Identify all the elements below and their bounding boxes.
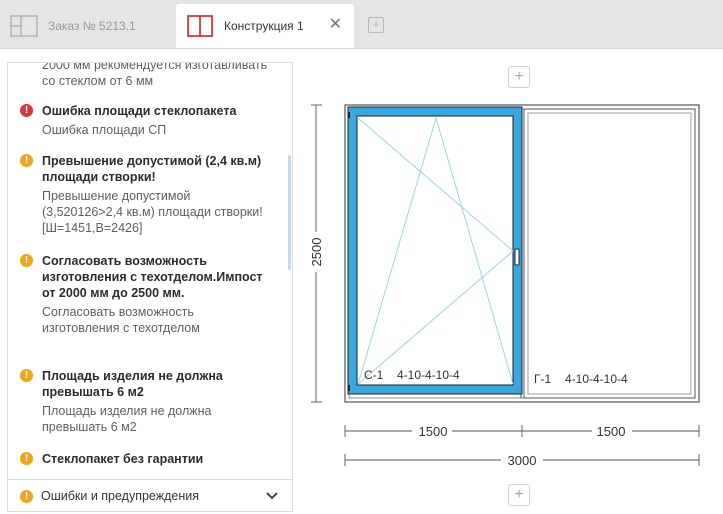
left-width-dim-label: 1500 xyxy=(419,424,448,439)
message-item: ! Ошибка площади стеклопакета Ошибка пло… xyxy=(20,103,270,138)
fixed-glass-label: 4-10-4-10-4 xyxy=(565,372,628,386)
warning-icon: ! xyxy=(20,154,33,167)
tab-construction-label: Конструкция 1 xyxy=(224,19,304,33)
warning-icon: ! xyxy=(20,452,33,465)
messages-footer-label: Ошибки и предупреждения xyxy=(41,489,200,503)
warning-icon: ! xyxy=(20,489,33,503)
warning-icon: ! xyxy=(20,254,33,267)
sash-glass xyxy=(356,115,514,386)
message-body-partial: 2000 мм рекомендуется изготавливать со с… xyxy=(42,63,268,88)
message-item: ! Стеклопакет без гарантии xyxy=(20,451,270,470)
messages-panel: 2000 мм рекомендуется изготавливать со с… xyxy=(7,62,293,512)
width-dimension-sections xyxy=(344,425,700,437)
message-item: ! Превышение допустимой (2,4 кв.м) площа… xyxy=(20,153,270,236)
message-item: ! Площадь изделия не должна превышать 6 … xyxy=(20,368,270,435)
message-title: Стеклопакет без гарантии xyxy=(42,452,204,466)
total-width-dim-label: 3000 xyxy=(508,453,537,468)
tab-order[interactable]: Заказ № 5213.1 xyxy=(0,4,175,48)
message-title: Согласовать возможность изготовления с т… xyxy=(42,254,263,300)
construction-canvas: + + С-1 4-10-4-10-4 Г-1 4-10-4-10-4 2500… xyxy=(300,48,723,514)
scrollbar[interactable] xyxy=(288,155,291,270)
error-icon: ! xyxy=(20,104,33,117)
height-dim-label: 2500 xyxy=(309,238,324,267)
message-title: Превышение допустимой (2,4 кв.м) площади… xyxy=(42,154,262,184)
close-icon[interactable]: ✕ xyxy=(329,16,342,34)
message-title: Ошибка площади стеклопакета xyxy=(42,104,237,118)
handle-icon xyxy=(514,248,520,266)
fixed-label: Г-1 xyxy=(534,372,551,386)
message-body: Согласовать возможность изготовления с т… xyxy=(42,305,200,335)
layout-icon xyxy=(10,15,38,37)
fixed-pane[interactable] xyxy=(523,108,696,399)
message-title: Площадь изделия не должна превышать 6 м2 xyxy=(42,369,223,399)
messages-footer-toggle[interactable]: ! Ошибки и предупреждения xyxy=(8,479,292,511)
sash-label: С-1 xyxy=(364,368,384,382)
message-body: Ошибка площади СП xyxy=(42,123,167,137)
add-tab-button[interactable]: + xyxy=(368,17,384,33)
window-drawing: С-1 4-10-4-10-4 Г-1 4-10-4-10-4 2500 150… xyxy=(309,104,700,468)
tab-order-label: Заказ № 5213.1 xyxy=(48,19,136,33)
window-icon xyxy=(186,15,214,37)
sash-glass-label: 4-10-4-10-4 xyxy=(397,368,460,382)
tab-bar: Заказ № 5213.1 Конструкция 1 ✕ + xyxy=(0,0,723,49)
tab-construction[interactable]: Конструкция 1 ✕ xyxy=(176,4,354,48)
message-body: Превышение допустимой (3,520126>2,4 кв.м… xyxy=(42,189,263,235)
message-body: Площадь изделия не должна превышать 6 м2 xyxy=(42,404,212,434)
chevron-down-icon[interactable] xyxy=(266,489,278,503)
messages-list: 2000 мм рекомендуется изготавливать со с… xyxy=(8,63,292,477)
warning-icon: ! xyxy=(20,369,33,382)
right-width-dim-label: 1500 xyxy=(597,424,626,439)
message-item: ! Согласовать возможность изготовления с… xyxy=(20,253,270,336)
